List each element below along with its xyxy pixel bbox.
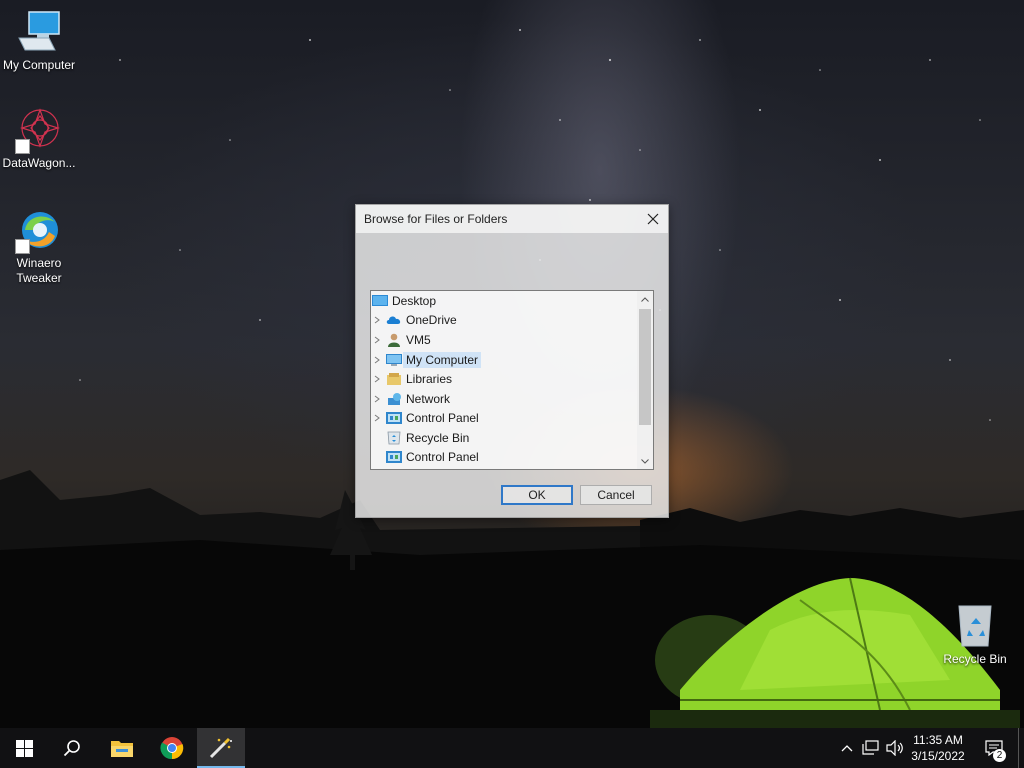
taskbar: 11:35 AM 3/15/2022: [0, 728, 1024, 768]
shortcut-arrow-icon: [15, 139, 30, 154]
chevron-up-icon: [841, 744, 853, 751]
expand-chevron-icon[interactable]: [371, 369, 383, 388]
start-icon: [15, 739, 33, 757]
cancel-button[interactable]: Cancel: [580, 485, 652, 505]
libraries-icon: [387, 372, 401, 385]
taskbar-winaero-tweaker[interactable]: [197, 728, 245, 768]
winaero-tweaker-icon: [209, 737, 232, 759]
show-hidden-icons-button[interactable]: [838, 728, 856, 768]
tree-item-label: Control Panel: [406, 449, 479, 464]
desktop-icon-label: Winaero Tweaker: [16, 256, 62, 285]
taskbar-chrome[interactable]: [148, 728, 196, 768]
taskbar-clock[interactable]: 11:35 AM 3/15/2022: [900, 732, 976, 764]
clock-time: 11:35 AM: [913, 733, 963, 747]
desktop-wallpaper: My Computer DataWagon... Winaero Tweaker…: [0, 0, 1024, 768]
search-icon: [63, 740, 80, 757]
tree-item-label: Control Panel: [406, 410, 479, 425]
file-explorer-icon: [111, 741, 133, 757]
show-desktop-button[interactable]: [1014, 728, 1022, 768]
tree-item-network[interactable]: Network: [371, 389, 450, 408]
expand-chevron-icon[interactable]: [371, 310, 383, 329]
scroll-down-arrow-icon[interactable]: [637, 453, 653, 469]
ok-button[interactable]: OK: [501, 485, 573, 505]
tree-item-control-panel-2[interactable]: Control Panel: [383, 447, 479, 466]
tree-item-label: Recycle Bin: [406, 430, 470, 445]
tree-item-desktop[interactable]: Desktop: [371, 291, 436, 310]
browse-dialog: Browse for Files or Folders Desktop OneD…: [355, 204, 669, 518]
tree-item-label: Network: [406, 391, 451, 406]
network-icon: [388, 392, 401, 405]
tree-item-vm5[interactable]: VM5: [371, 330, 431, 349]
folder-tree[interactable]: Desktop OneDrive VM5 My Computer Librari…: [370, 290, 654, 470]
dialog-title: Browse for Files or Folders: [364, 212, 508, 226]
notification-count-badge: 2: [993, 749, 1006, 762]
desktop-icon-winaero-tweaker[interactable]: Winaero Tweaker: [0, 206, 78, 286]
user-icon: [388, 333, 400, 347]
scrollbar-thumb[interactable]: [639, 309, 651, 425]
expand-chevron-icon[interactable]: [371, 408, 383, 427]
chrome-icon: [160, 737, 184, 760]
close-button[interactable]: [642, 208, 664, 230]
tree-item-recycle-bin[interactable]: Recycle Bin: [383, 428, 469, 447]
tree-item-label: VM5: [406, 332, 431, 347]
dialog-titlebar[interactable]: Browse for Files or Folders: [356, 205, 668, 233]
tree-item-label: Libraries: [406, 371, 453, 386]
shortcut-arrow-icon: [15, 239, 30, 254]
onedrive-cloud-icon: [386, 315, 401, 324]
control-panel-icon: [386, 411, 402, 424]
computer-icon: [18, 11, 60, 51]
desktop-icon-my-computer[interactable]: My Computer: [0, 8, 78, 73]
clock-date: 3/15/2022: [911, 749, 965, 763]
control-panel-icon: [386, 450, 402, 463]
desktop-icon-label: DataWagon...: [2, 156, 76, 170]
expand-chevron-icon[interactable]: [371, 389, 383, 408]
desktop-icon-label: My Computer: [2, 58, 76, 72]
tree-item-control-panel[interactable]: Control Panel: [371, 408, 479, 427]
scroll-up-arrow-icon[interactable]: [637, 291, 653, 307]
taskbar-file-explorer[interactable]: [98, 728, 146, 768]
tree-item-label: OneDrive: [406, 312, 457, 327]
close-icon: [647, 213, 659, 225]
recycle-bin-icon: [387, 431, 401, 444]
search-button[interactable]: [48, 728, 96, 768]
tree-item-onedrive[interactable]: OneDrive: [371, 310, 457, 329]
expand-chevron-icon[interactable]: [371, 330, 383, 349]
expand-chevron-icon[interactable]: [371, 350, 383, 369]
start-button[interactable]: [0, 728, 48, 768]
desktop-icon-datawagon[interactable]: DataWagon...: [0, 106, 78, 171]
desktop-folder-icon: [372, 294, 388, 306]
action-center-button[interactable]: [980, 728, 1008, 768]
network-icon: [862, 740, 879, 755]
desktop-icon-label: Recycle Bin: [943, 652, 1007, 666]
tree-item-my-computer[interactable]: My Computer: [371, 350, 482, 369]
recycle-bin-icon: [958, 605, 992, 647]
network-tray-button[interactable]: [860, 728, 882, 768]
desktop-icon-recycle-bin[interactable]: Recycle Bin: [936, 602, 1014, 667]
tree-item-label: My Computer: [403, 351, 482, 368]
tree-item-libraries[interactable]: Libraries: [371, 369, 452, 388]
computer-icon: [386, 353, 402, 366]
tree-item-label: Desktop: [392, 293, 437, 308]
tree-scrollbar[interactable]: [637, 291, 653, 469]
